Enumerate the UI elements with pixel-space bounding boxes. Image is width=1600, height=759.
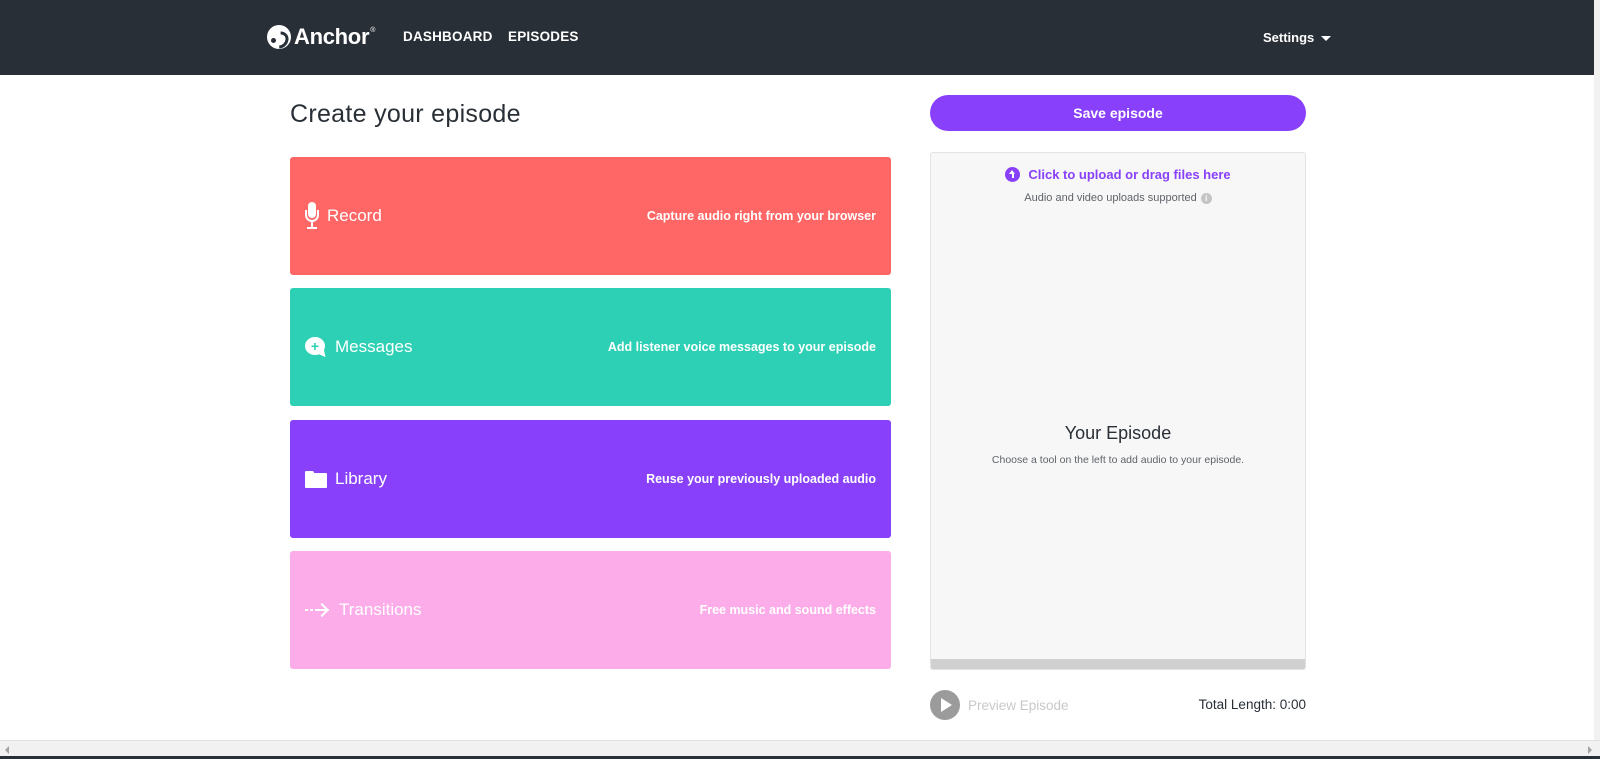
registered-mark: ® [370,27,376,34]
preview-episode-button[interactable]: Preview Episode [930,690,1069,720]
messages-label: Messages [335,337,413,356]
transitions-label: Transitions [339,600,422,619]
vertical-scrollbar[interactable] [1594,0,1600,740]
upload-link[interactable]: Click to upload or drag files here [931,167,1305,182]
upload-note: Audio and video uploads supported i [931,192,1305,204]
transitions-description: Free music and sound effects [699,603,876,617]
messages-description: Add listener voice messages to your epis… [607,340,876,354]
scroll-left-arrow-icon[interactable] [5,746,9,754]
messages-tool-card[interactable]: + Messages Add listener voice messages t… [290,288,891,406]
save-episode-button[interactable]: Save episode [930,95,1306,131]
record-description: Capture audio right from your browser [646,209,876,223]
record-label: Record [327,206,382,225]
record-tool-card[interactable]: Record Capture audio right from your bro… [290,157,891,275]
microphone-icon [305,202,319,230]
episode-title: Your Episode [1064,423,1172,443]
brand-name: Anchor [294,24,370,49]
library-label: Library [335,469,387,488]
nav-dashboard-link[interactable]: DASHBOARD [403,29,493,44]
anchor-logo-icon [267,25,291,49]
nav-episodes-link[interactable]: EPISODES [508,29,579,44]
chat-bubble-icon: + [305,337,329,360]
scroll-right-arrow-icon[interactable] [1588,746,1592,754]
info-icon[interactable]: i [1200,192,1212,204]
settings-label: Settings [1263,30,1315,45]
library-tool-card[interactable]: Library Reuse your previously uploaded a… [290,420,891,538]
preview-label: Preview Episode [968,697,1069,713]
play-icon [930,690,960,720]
episode-timeline-bar [931,659,1305,669]
upload-note-text: Audio and video uploads supported [1024,192,1197,204]
arrow-right-icon [305,601,331,619]
settings-dropdown[interactable]: Settings [1263,30,1332,45]
episode-hint: Choose a tool on the left to add audio t… [991,454,1245,466]
library-description: Reuse your previously uploaded audio [646,472,876,486]
upload-label: Click to upload or drag files here [1028,167,1231,182]
total-length: Total Length: 0:00 [1198,697,1306,712]
top-navbar: Anchor ® DASHBOARD EPISODES Settings [0,0,1600,75]
episode-dropzone[interactable]: Click to upload or drag files here Audio… [930,152,1306,670]
anchor-logo[interactable]: Anchor ® [267,24,375,50]
page-title: Create your episode [290,100,521,128]
transitions-tool-card[interactable]: Transitions Free music and sound effects [290,551,891,669]
upload-icon [1005,167,1021,182]
caret-down-icon [1321,35,1332,41]
folder-icon [305,470,327,488]
